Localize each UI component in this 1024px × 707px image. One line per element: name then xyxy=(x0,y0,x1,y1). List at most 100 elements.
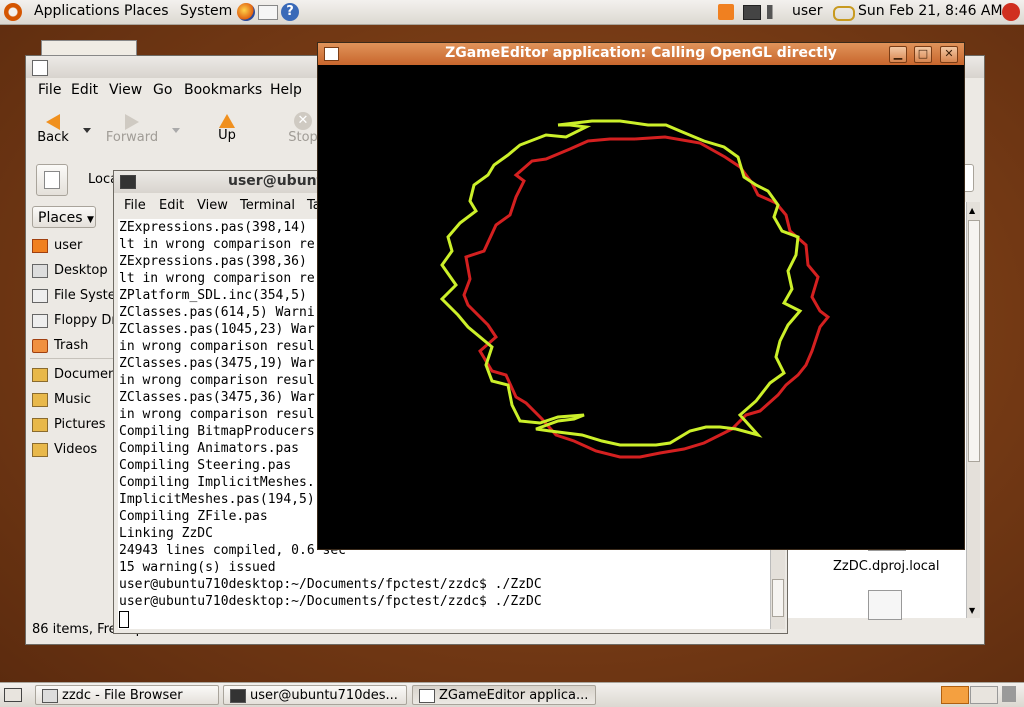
menu-go[interactable]: Go xyxy=(153,82,172,98)
trash-icon xyxy=(32,338,48,353)
terminal-line: ImplicitMeshes.pas(194,5) xyxy=(119,492,315,507)
sidebar-item-pictures[interactable]: Pictures xyxy=(32,415,105,435)
terminal-line: 15 warning(s) issued xyxy=(119,560,276,575)
sidebar-item-floppy[interactable]: Floppy Dr xyxy=(32,311,117,331)
keyring-icon xyxy=(833,6,855,21)
back-label: Back xyxy=(37,130,69,145)
scroll-down-icon[interactable]: ▼ xyxy=(969,606,975,615)
sidebar-item-label: Floppy Dr xyxy=(54,313,117,328)
back-button[interactable]: Back xyxy=(36,114,70,145)
workspace-2[interactable] xyxy=(970,686,998,704)
terminal-menu-view[interactable]: View xyxy=(197,198,228,213)
volume-icon[interactable] xyxy=(767,5,781,19)
power-icon[interactable] xyxy=(1002,3,1020,21)
window-menu-icon[interactable] xyxy=(32,60,48,76)
terminal-line: ZClasses.pas(3475,19) War xyxy=(119,356,315,371)
clock[interactable]: Sun Feb 21, 8:46 AM xyxy=(858,3,1003,19)
up-arrow-icon xyxy=(219,114,235,128)
drive-icon xyxy=(32,288,48,303)
menu-view[interactable]: View xyxy=(109,82,142,98)
terminal-line: ZExpressions.pas(398,36) xyxy=(119,254,307,269)
firefox-icon[interactable] xyxy=(237,3,255,21)
update-notifier-icon[interactable] xyxy=(718,4,734,20)
places-menu[interactable]: Places xyxy=(124,3,169,19)
terminal-line: user@ubuntu710desktop:~/Documents/fpctes… xyxy=(119,577,542,592)
gl-canvas[interactable] xyxy=(320,65,960,547)
sidebar-item-documents[interactable]: Documen xyxy=(32,365,116,385)
scroll-thumb[interactable] xyxy=(772,579,784,617)
forward-button[interactable]: Forward xyxy=(104,114,160,145)
sidebar-divider xyxy=(30,358,116,359)
taskbar-item-terminal[interactable]: user@ubuntu710des... xyxy=(223,685,407,705)
trash-applet-icon[interactable] xyxy=(1002,686,1016,702)
terminal-menu-edit[interactable]: Edit xyxy=(159,198,184,213)
terminal-menu-file[interactable]: File xyxy=(124,198,146,213)
maximize-button[interactable]: □ xyxy=(914,46,932,63)
chevron-down-icon: ▼ xyxy=(86,215,94,225)
sidebar-item-label: Documen xyxy=(54,367,117,382)
window-icon xyxy=(419,689,435,703)
ubuntu-logo-icon[interactable] xyxy=(4,3,22,21)
stop-label: Stop xyxy=(288,130,318,145)
red-jagged-ring xyxy=(462,135,831,459)
edit-location-icon xyxy=(44,171,60,189)
folder-icon xyxy=(32,442,48,457)
taskbar-item-gl-window[interactable]: ZGameEditor applica... xyxy=(412,685,596,705)
folder-icon xyxy=(32,367,48,382)
terminal-menu-terminal[interactable]: Terminal xyxy=(240,198,295,213)
terminal-line: in wrong comparison resul xyxy=(119,339,315,354)
workspace-switcher[interactable] xyxy=(941,686,969,704)
minimize-button[interactable]: ▁ xyxy=(889,46,907,63)
sidebar-item-desktop[interactable]: Desktop xyxy=(32,261,108,281)
menu-help[interactable]: Help xyxy=(270,82,302,98)
sidebar-item-label: Pictures xyxy=(54,417,106,432)
applications-menu[interactable]: Applications xyxy=(34,3,120,19)
gl-window: ZGameEditor application: Calling OpenGL … xyxy=(317,42,965,550)
sidebar-item-user[interactable]: user xyxy=(32,236,82,256)
menu-file[interactable]: File xyxy=(38,82,61,98)
file-label[interactable]: ZzDC.dproj.local xyxy=(833,559,940,574)
menu-edit[interactable]: Edit xyxy=(71,82,98,98)
terminal-line: lt in wrong comparison re xyxy=(119,237,315,252)
menu-bookmarks[interactable]: Bookmarks xyxy=(184,82,262,98)
terminal-icon[interactable] xyxy=(120,175,136,189)
places-dropdown-label: Places xyxy=(38,210,83,226)
terminal-line: Compiling Animators.pas xyxy=(119,441,300,456)
terminal-line: in wrong comparison resul xyxy=(119,407,315,422)
forward-history-chevron-icon[interactable] xyxy=(172,128,180,133)
sidebar-item-videos[interactable]: Videos xyxy=(32,440,97,460)
taskbar-item-label: user@ubuntu710des... xyxy=(250,688,398,703)
show-desktop-icon[interactable] xyxy=(4,688,22,702)
sidebar-item-label: Videos xyxy=(54,442,98,457)
toggle-location-button[interactable] xyxy=(36,164,68,196)
stop-icon: ✕ xyxy=(294,112,312,130)
taskbar-item-label: ZGameEditor applica... xyxy=(439,688,589,703)
help-icon[interactable]: ? xyxy=(281,3,299,21)
sidebar-item-music[interactable]: Music xyxy=(32,390,91,410)
scroll-thumb[interactable] xyxy=(968,220,980,462)
folder-icon xyxy=(32,392,48,407)
places-dropdown[interactable]: Places ▼ xyxy=(32,206,96,228)
stop-button[interactable]: ✕ Stop xyxy=(288,112,318,145)
terminal-line: lt in wrong comparison re xyxy=(119,271,315,286)
sidebar-item-trash[interactable]: Trash xyxy=(32,336,88,356)
network-icon[interactable] xyxy=(743,5,761,20)
up-label: Up xyxy=(218,128,236,143)
sidebar-item-filesystem[interactable]: File Syste xyxy=(32,286,116,306)
system-menu[interactable]: System xyxy=(180,3,232,19)
sidebar-item-label: Music xyxy=(54,392,91,407)
file-icon[interactable] xyxy=(868,590,902,620)
taskbar-item-file-browser[interactable]: zzdc - File Browser xyxy=(35,685,219,705)
terminal-icon xyxy=(230,689,246,703)
close-button[interactable]: ✕ xyxy=(940,46,958,63)
up-button[interactable]: Up xyxy=(212,114,242,143)
file-view-scrollbar[interactable]: ▲ ▼ xyxy=(966,202,980,618)
floppy-icon xyxy=(32,313,48,328)
mail-icon[interactable] xyxy=(258,5,278,20)
user-name[interactable]: user xyxy=(792,3,823,19)
terminal-line: Compiling BitmapProducers xyxy=(119,424,315,439)
scroll-up-icon[interactable]: ▲ xyxy=(969,206,975,215)
top-panel: Applications Places System ? user Sun Fe… xyxy=(0,0,1024,25)
back-history-chevron-icon[interactable] xyxy=(83,128,91,133)
file-browser-icon xyxy=(42,689,58,703)
